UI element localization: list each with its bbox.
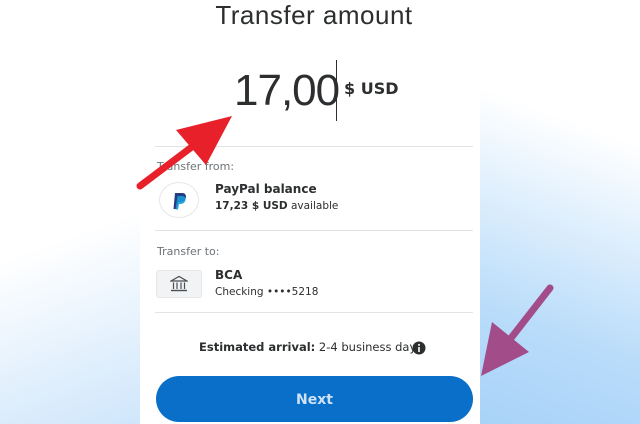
purple-arrow-annotation xyxy=(481,284,554,376)
